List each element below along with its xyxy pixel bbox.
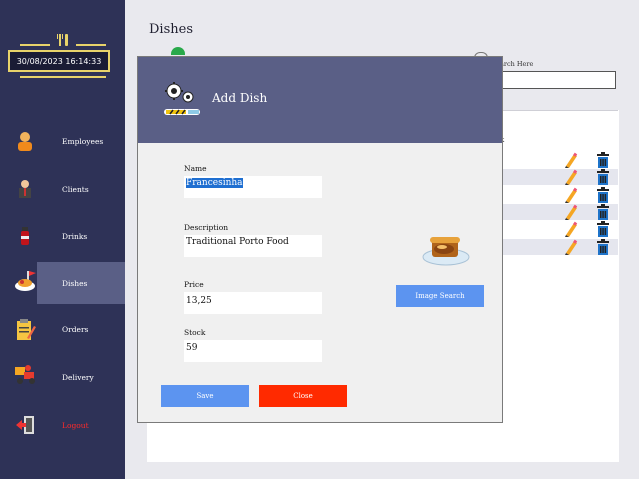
logo-line	[20, 76, 106, 78]
edit-icon[interactable]	[564, 152, 578, 168]
sidebar-item-label: Logout	[62, 421, 89, 430]
sidebar-item-clients[interactable]: Clients	[0, 168, 125, 210]
clock-display: 30/08/2023 16:14:33	[8, 50, 110, 72]
sidebar-item-label: Delivery	[62, 373, 94, 382]
add-dish-dialog: Add Dish Name Francesinha Description Tr…	[137, 56, 503, 423]
edit-icon[interactable]	[564, 187, 578, 203]
name-field[interactable]: Francesinha	[184, 176, 322, 198]
delete-icon[interactable]	[596, 169, 610, 185]
edit-icon[interactable]	[564, 204, 578, 220]
search-input[interactable]	[500, 71, 616, 89]
delete-icon[interactable]	[596, 152, 610, 168]
save-button[interactable]: Save	[161, 385, 249, 407]
sidebar-item-label: Clients	[62, 185, 89, 194]
price-value: 13,25	[186, 296, 212, 306]
delete-icon[interactable]	[596, 187, 610, 203]
edit-icon[interactable]	[564, 221, 578, 237]
drink-icon	[14, 225, 36, 247]
sidebar-item-label: Employees	[62, 137, 104, 146]
logout-icon	[14, 414, 36, 436]
stock-label: Stock	[184, 328, 206, 337]
client-icon	[14, 178, 36, 200]
sidebar-item-label: Drinks	[62, 232, 88, 241]
add-icon[interactable]	[171, 47, 185, 55]
name-value: Francesinha	[186, 178, 243, 188]
sidebar-item-delivery[interactable]: Delivery	[0, 356, 125, 398]
orders-icon	[14, 318, 36, 340]
sidebar-item-label: Orders	[62, 325, 89, 334]
divider	[500, 110, 618, 111]
delete-icon[interactable]	[596, 239, 610, 255]
dish-image	[420, 229, 472, 269]
sidebar-item-employees[interactable]: Employees	[0, 120, 125, 162]
employee-icon	[14, 130, 36, 152]
edit-icon[interactable]	[564, 169, 578, 185]
settings-gears-icon	[162, 81, 202, 121]
sidebar-item-logout[interactable]: Logout	[0, 404, 125, 446]
description-field[interactable]: Traditional Porto Food	[184, 235, 322, 257]
image-search-button[interactable]: Image Search	[396, 285, 484, 307]
price-field[interactable]: 13,25	[184, 292, 322, 314]
utensils-icon	[54, 34, 72, 48]
description-label: Description	[184, 223, 229, 232]
stock-value: 59	[186, 343, 198, 353]
delivery-icon	[14, 364, 36, 386]
delete-icon[interactable]	[596, 204, 610, 220]
logo-line	[20, 44, 50, 46]
sidebar: 30/08/2023 16:14:33 Employees Clients Dr…	[0, 0, 125, 479]
delete-icon[interactable]	[596, 221, 610, 237]
close-button[interactable]: Close	[259, 385, 347, 407]
description-value: Traditional Porto Food	[186, 237, 289, 247]
dialog-header: Add Dish	[138, 57, 502, 143]
dish-icon	[14, 270, 36, 292]
sidebar-item-orders[interactable]: Orders	[0, 310, 125, 352]
name-label: Name	[184, 164, 207, 173]
stock-field[interactable]: 59	[184, 340, 322, 362]
logo-line	[76, 44, 106, 46]
sidebar-item-drinks[interactable]: Drinks	[0, 215, 125, 257]
search-label: arch Here	[500, 60, 534, 68]
dialog-title: Add Dish	[212, 91, 268, 105]
sidebar-item-dishes[interactable]: Dishes	[0, 262, 125, 304]
edit-icon[interactable]	[564, 239, 578, 255]
sidebar-item-label: Dishes	[62, 279, 88, 288]
page-title: Dishes	[149, 22, 193, 37]
price-label: Price	[184, 280, 204, 289]
